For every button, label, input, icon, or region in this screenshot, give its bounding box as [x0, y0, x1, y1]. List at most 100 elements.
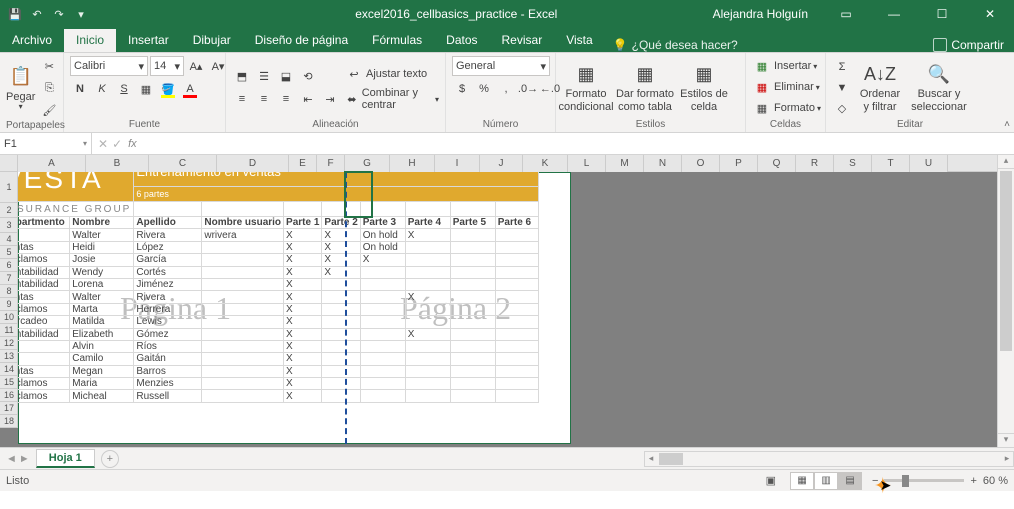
- name-box[interactable]: F1▾: [0, 133, 92, 154]
- minimize-icon[interactable]: —: [874, 0, 914, 28]
- zoom-out-button[interactable]: −: [872, 475, 878, 487]
- tab-formulas[interactable]: Fórmulas: [360, 29, 434, 52]
- cut-icon[interactable]: ✂: [39, 56, 59, 76]
- col-header-B[interactable]: B: [86, 155, 149, 172]
- col-header-M[interactable]: M: [606, 155, 644, 172]
- zoom-level[interactable]: 60 %: [983, 475, 1008, 487]
- align-top-icon[interactable]: ⬒: [232, 66, 252, 86]
- italic-button[interactable]: K: [92, 79, 112, 99]
- delete-cells-button[interactable]: ▦Eliminar▾: [752, 77, 820, 97]
- col-header-D[interactable]: D: [217, 155, 289, 172]
- row-header-17[interactable]: 17: [0, 402, 18, 415]
- zoom-in-button[interactable]: +: [970, 475, 976, 487]
- col-header-J[interactable]: J: [480, 155, 523, 172]
- row-header-16[interactable]: 16: [0, 389, 18, 402]
- cell-styles-button[interactable]: ▦Estilos de celda: [680, 59, 728, 117]
- col-header-E[interactable]: E: [289, 155, 317, 172]
- row-header-18[interactable]: 18: [0, 415, 18, 428]
- tab-datos[interactable]: Datos: [434, 29, 489, 52]
- align-bottom-icon[interactable]: ⬓: [276, 66, 296, 86]
- col-header-S[interactable]: S: [834, 155, 872, 172]
- inc-decimal-icon[interactable]: .0→: [518, 79, 538, 99]
- row-header-10[interactable]: 10: [0, 311, 18, 324]
- row-header-13[interactable]: 13: [0, 350, 18, 363]
- col-header-C[interactable]: C: [149, 155, 217, 172]
- paste-button[interactable]: 📋 Pegar ▾: [6, 59, 35, 117]
- maximize-icon[interactable]: ☐: [922, 0, 962, 28]
- conditional-format-button[interactable]: ▦Formato condicional: [562, 59, 610, 117]
- row-header-12[interactable]: 12: [0, 337, 18, 350]
- col-header-U[interactable]: U: [910, 155, 948, 172]
- enter-formula-icon[interactable]: ✓: [112, 137, 122, 151]
- align-center-icon[interactable]: ≡: [254, 89, 274, 109]
- view-pagebreak-button[interactable]: ▤: [838, 472, 862, 490]
- tab-dibujar[interactable]: Dibujar: [181, 29, 243, 52]
- undo-icon[interactable]: ↶: [30, 7, 44, 21]
- close-icon[interactable]: ✕: [970, 0, 1010, 28]
- tab-file[interactable]: Archivo: [0, 29, 64, 52]
- tab-diseno[interactable]: Diseño de página: [243, 29, 360, 52]
- grow-font-icon[interactable]: A▴: [186, 56, 206, 76]
- tell-me[interactable]: 💡 ¿Qué desea hacer?: [613, 38, 738, 52]
- font-name-select[interactable]: Calibri▾: [70, 56, 148, 76]
- fx-icon[interactable]: fx: [128, 138, 137, 150]
- merge-center-button[interactable]: ⬌Combinar y centrar▾: [344, 87, 439, 111]
- horizontal-scrollbar[interactable]: ◂ ▸: [644, 451, 1014, 467]
- indent-inc-icon[interactable]: ⇥: [320, 89, 340, 109]
- row-header-14[interactable]: 14: [0, 363, 18, 376]
- align-middle-icon[interactable]: ☰: [254, 66, 274, 86]
- fill-icon[interactable]: ▼: [832, 78, 852, 98]
- align-right-icon[interactable]: ≡: [276, 89, 296, 109]
- row-header-5[interactable]: 5: [0, 246, 18, 259]
- autosum-icon[interactable]: Σ: [832, 57, 852, 77]
- comma-icon[interactable]: ,: [496, 79, 516, 99]
- redo-icon[interactable]: ↷: [52, 7, 66, 21]
- sheet-nav-next-icon[interactable]: ►: [19, 453, 30, 465]
- row-header-9[interactable]: 9: [0, 298, 18, 311]
- bold-button[interactable]: N: [70, 79, 90, 99]
- save-icon[interactable]: 💾: [8, 7, 22, 21]
- col-header-Q[interactable]: Q: [758, 155, 796, 172]
- fill-color-icon[interactable]: 🪣: [158, 79, 178, 99]
- font-size-select[interactable]: 14▾: [150, 56, 184, 76]
- col-header-N[interactable]: N: [644, 155, 682, 172]
- orientation-icon[interactable]: ⟲: [298, 66, 318, 86]
- share-button[interactable]: Compartir: [951, 38, 1004, 52]
- tab-inicio[interactable]: Inicio: [64, 29, 116, 52]
- data-table[interactable]: VESTAEntrenamiento en ventas6 partesINSU…: [0, 155, 539, 403]
- col-header-T[interactable]: T: [872, 155, 910, 172]
- col-header-L[interactable]: L: [568, 155, 606, 172]
- user-name[interactable]: Alejandra Holguín: [713, 7, 808, 21]
- col-header-R[interactable]: R: [796, 155, 834, 172]
- number-format-select[interactable]: General▾: [452, 56, 550, 76]
- row-header-1[interactable]: 1: [0, 172, 18, 203]
- shrink-font-icon[interactable]: A▾: [208, 56, 228, 76]
- col-header-O[interactable]: O: [682, 155, 720, 172]
- col-header-F[interactable]: F: [317, 155, 345, 172]
- row-header-8[interactable]: 8: [0, 285, 18, 298]
- clear-icon[interactable]: ◇: [832, 99, 852, 119]
- tab-vista[interactable]: Vista: [554, 29, 604, 52]
- tab-revisar[interactable]: Revisar: [490, 29, 555, 52]
- row-header-15[interactable]: 15: [0, 376, 18, 389]
- insert-cells-button[interactable]: ▦Insertar▾: [752, 56, 817, 76]
- macro-record-icon[interactable]: ▣: [766, 474, 776, 487]
- row-header-2[interactable]: 2: [0, 203, 18, 218]
- user-avatar-icon[interactable]: [933, 38, 947, 52]
- sheet-tab-active[interactable]: Hoja 1: [36, 449, 95, 468]
- sheet-nav-prev-icon[interactable]: ◄: [6, 453, 17, 465]
- row-header-3[interactable]: 3: [0, 218, 18, 233]
- format-painter-icon[interactable]: 🖌: [39, 100, 59, 120]
- row-header-6[interactable]: 6: [0, 259, 18, 272]
- tab-insertar[interactable]: Insertar: [116, 29, 181, 52]
- align-left-icon[interactable]: ≡: [232, 89, 252, 109]
- row-header-7[interactable]: 7: [0, 272, 18, 285]
- col-header-I[interactable]: I: [435, 155, 480, 172]
- view-normal-button[interactable]: ▦: [790, 472, 814, 490]
- col-header-A[interactable]: A: [18, 155, 86, 172]
- col-header-P[interactable]: P: [720, 155, 758, 172]
- collapse-ribbon-icon[interactable]: ˄: [1004, 119, 1010, 130]
- col-header-K[interactable]: K: [523, 155, 568, 172]
- grid[interactable]: ABCDEFGHIJKLMNOPQRSTU 123456789101112131…: [0, 155, 997, 447]
- currency-icon[interactable]: $: [452, 79, 472, 99]
